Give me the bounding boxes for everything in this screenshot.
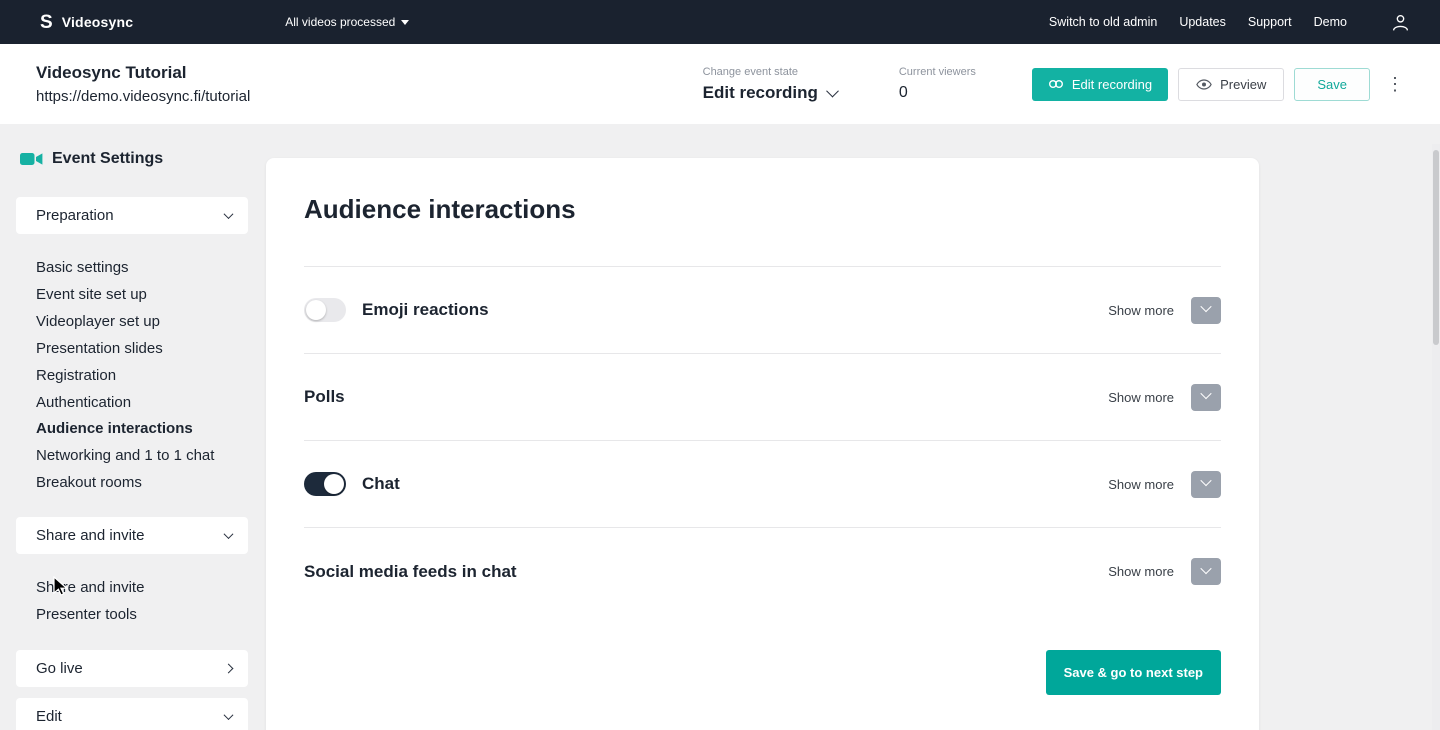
videos-status-label: All videos processed (285, 15, 395, 29)
videos-status-dropdown[interactable]: All videos processed (285, 15, 409, 29)
expand-row-button[interactable] (1191, 384, 1221, 411)
event-state-block: Change event state Edit recording (703, 66, 837, 103)
event-header: Videosync Tutorial https://demo.videosyn… (0, 44, 1440, 124)
event-state-value: Edit recording (703, 83, 818, 103)
sidebar-section-edit[interactable]: Edit (16, 698, 248, 730)
expand-row-button[interactable] (1191, 558, 1221, 585)
sidebar-section-preparation[interactable]: Preparation (16, 197, 248, 234)
expand-row-button[interactable] (1191, 471, 1221, 498)
sidebar-item-authentication[interactable]: Authentication (16, 390, 248, 417)
preview-label: Preview (1220, 77, 1266, 92)
chevron-down-icon (1200, 301, 1211, 312)
share-invite-items: Share and invite Presenter tools (16, 575, 248, 629)
sidebar-section-share-invite[interactable]: Share and invite (16, 517, 248, 554)
sidebar-item-networking-1to1-chat[interactable]: Networking and 1 to 1 chat (16, 443, 248, 470)
section-label: Go live (36, 660, 83, 677)
content-area: Event Settings Preparation Basic setting… (0, 124, 1440, 730)
user-icon[interactable] (1391, 13, 1410, 32)
expand-row-button[interactable] (1191, 297, 1221, 324)
sidebar-item-breakout-rooms[interactable]: Breakout rooms (16, 470, 248, 497)
setting-label: Chat (362, 474, 400, 494)
sidebar-item-registration[interactable]: Registration (16, 363, 248, 390)
topbar: S Videosync All videos processed Switch … (0, 0, 1440, 44)
chevron-down-icon (1200, 388, 1211, 399)
setting-row-social-media-feeds: Social media feeds in chat Show more (304, 528, 1221, 615)
current-viewers-count: 0 (899, 84, 976, 102)
event-url[interactable]: https://demo.videosync.fi/tutorial (36, 88, 250, 105)
edit-recording-label: Edit recording (1072, 77, 1152, 92)
edit-recording-button[interactable]: Edit recording (1032, 68, 1168, 101)
section-label: Preparation (36, 207, 114, 224)
emoji-reactions-toggle[interactable] (304, 298, 346, 322)
topbar-link-support[interactable]: Support (1248, 15, 1292, 29)
chevron-down-icon (224, 710, 234, 720)
chevron-down-icon (826, 85, 839, 98)
show-more-link[interactable]: Show more (1108, 564, 1174, 579)
settings-card: Audience interactions Emoji reactions Sh… (266, 158, 1259, 730)
sidebar: Event Settings Preparation Basic setting… (16, 150, 248, 730)
save-label: Save (1317, 77, 1347, 92)
sidebar-title: Event Settings (20, 150, 248, 168)
section-label: Share and invite (36, 527, 144, 544)
save-next-step-button[interactable]: Save & go to next step (1046, 650, 1221, 695)
section-label: Edit (36, 708, 62, 725)
event-title-block: Videosync Tutorial https://demo.videosyn… (36, 63, 250, 105)
chat-toggle[interactable] (304, 472, 346, 496)
sidebar-section-go-live[interactable]: Go live (16, 650, 248, 687)
current-viewers-label: Current viewers (899, 66, 976, 78)
caret-down-icon (401, 20, 409, 25)
topbar-links: Switch to old admin Updates Support Demo (1049, 13, 1410, 32)
show-more-link[interactable]: Show more (1108, 477, 1174, 492)
sidebar-item-presentation-slides[interactable]: Presentation slides (16, 336, 248, 363)
setting-label: Emoji reactions (362, 300, 489, 320)
sidebar-title-label: Event Settings (52, 150, 163, 168)
chevron-down-icon (1200, 562, 1211, 573)
recording-icon (1048, 79, 1064, 89)
show-more-link[interactable]: Show more (1108, 390, 1174, 405)
toggle-knob (324, 474, 344, 494)
show-more-link[interactable]: Show more (1108, 303, 1174, 318)
brand-logo[interactable]: S Videosync (40, 13, 133, 32)
event-state-label: Change event state (703, 66, 837, 78)
save-button[interactable]: Save (1294, 68, 1370, 101)
chevron-right-icon (224, 664, 234, 674)
setting-row-chat: Chat Show more (304, 441, 1221, 528)
setting-label: Polls (304, 387, 345, 407)
brand-name: Videosync (62, 14, 134, 30)
scrollbar-thumb[interactable] (1433, 150, 1439, 345)
topbar-link-switch-old-admin[interactable]: Switch to old admin (1049, 15, 1157, 29)
sidebar-item-basic-settings[interactable]: Basic settings (16, 255, 248, 282)
topbar-link-demo[interactable]: Demo (1314, 15, 1347, 29)
page-title: Videosync Tutorial (36, 63, 250, 83)
kebab-menu-icon[interactable]: ⋮ (1386, 75, 1404, 93)
current-viewers-block: Current viewers 0 (899, 66, 976, 102)
sidebar-item-presenter-tools[interactable]: Presenter tools (16, 602, 248, 629)
topbar-link-updates[interactable]: Updates (1179, 15, 1226, 29)
eye-icon (1196, 79, 1212, 90)
preview-button[interactable]: Preview (1178, 68, 1284, 101)
sidebar-item-videoplayer-setup[interactable]: Videoplayer set up (16, 309, 248, 336)
setting-label: Social media feeds in chat (304, 562, 517, 582)
event-state-dropdown[interactable]: Edit recording (703, 83, 837, 103)
setting-row-emoji-reactions: Emoji reactions Show more (304, 267, 1221, 354)
chevron-down-icon (224, 529, 234, 539)
toggle-knob (306, 300, 326, 320)
chevron-down-icon (224, 209, 234, 219)
chevron-down-icon (1200, 475, 1211, 486)
setting-row-polls: Polls Show more (304, 354, 1221, 441)
sidebar-item-share-and-invite[interactable]: Share and invite (16, 575, 248, 602)
sidebar-item-audience-interactions[interactable]: Audience interactions (16, 416, 248, 443)
video-camera-icon (20, 152, 43, 166)
brand-glyph-icon: S (40, 13, 53, 32)
preparation-items: Basic settings Event site set up Videopl… (16, 255, 248, 497)
sidebar-item-event-site-setup[interactable]: Event site set up (16, 282, 248, 309)
card-title: Audience interactions (304, 194, 1221, 225)
